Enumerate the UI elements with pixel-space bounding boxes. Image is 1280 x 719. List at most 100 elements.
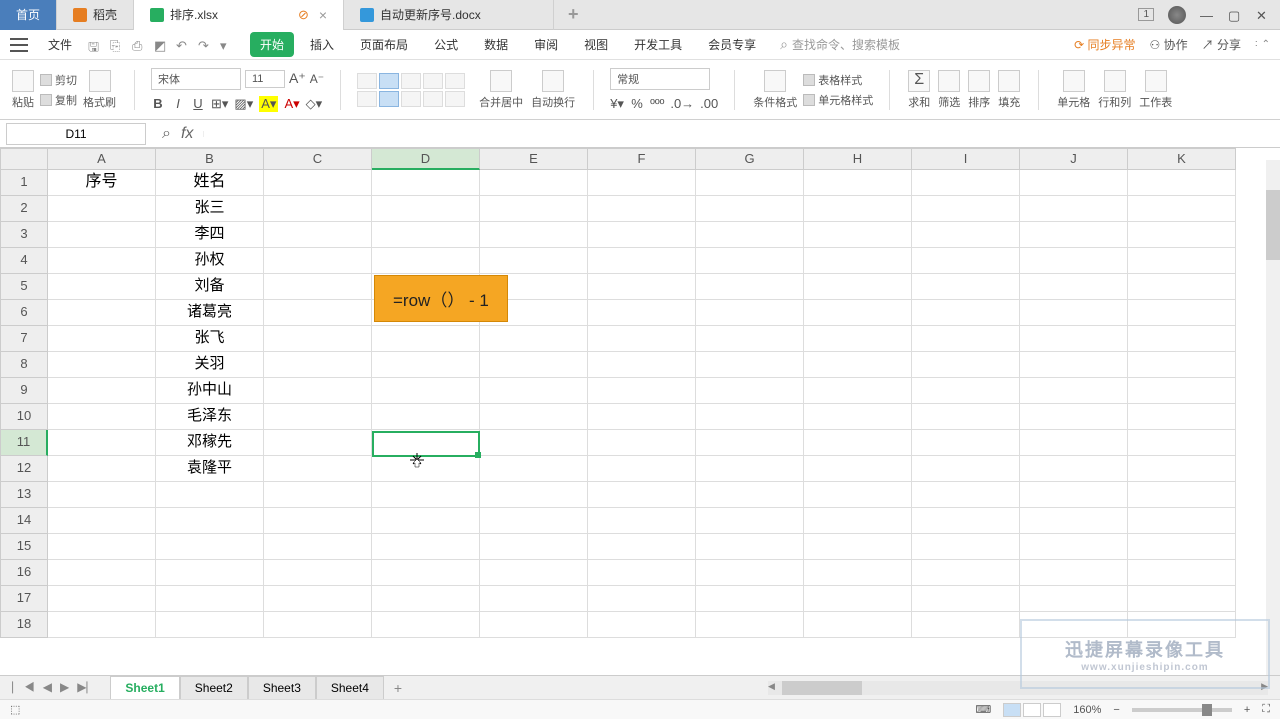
cell-K1[interactable] xyxy=(1128,170,1236,196)
row-header-2[interactable]: 2 xyxy=(0,196,48,222)
cell-B13[interactable] xyxy=(156,482,264,508)
cell-B2[interactable]: 张三 xyxy=(156,196,264,222)
cell-A18[interactable] xyxy=(48,612,156,638)
cell-G18[interactable] xyxy=(696,612,804,638)
cell-C5[interactable] xyxy=(264,274,372,300)
collapse-ribbon-icon[interactable]: ∶ xyxy=(1255,39,1258,50)
cell-H18[interactable] xyxy=(804,612,912,638)
cell-K8[interactable] xyxy=(1128,352,1236,378)
italic-button[interactable]: I xyxy=(171,96,185,111)
cell-D14[interactable] xyxy=(372,508,480,534)
view-normal-icon[interactable] xyxy=(1003,703,1021,717)
cell-J5[interactable] xyxy=(1020,274,1128,300)
menu-insert[interactable]: 插入 xyxy=(300,32,344,57)
menu-formula[interactable]: 公式 xyxy=(424,32,468,57)
cell-E17[interactable] xyxy=(480,586,588,612)
indent-increase[interactable] xyxy=(445,73,465,89)
cell-D1[interactable] xyxy=(372,170,480,196)
cell-C6[interactable] xyxy=(264,300,372,326)
cell-I15[interactable] xyxy=(912,534,1020,560)
tab-home[interactable]: 首页 xyxy=(0,0,57,30)
cell-I4[interactable] xyxy=(912,248,1020,274)
cell-D8[interactable] xyxy=(372,352,480,378)
cell-A10[interactable] xyxy=(48,404,156,430)
font-color-button[interactable]: A▾ xyxy=(284,96,299,112)
cell-E7[interactable] xyxy=(480,326,588,352)
cell-G7[interactable] xyxy=(696,326,804,352)
cell-I16[interactable] xyxy=(912,560,1020,586)
cell-C12[interactable] xyxy=(264,456,372,482)
cell-D13[interactable] xyxy=(372,482,480,508)
row-header-18[interactable]: 18 xyxy=(0,612,48,638)
cell-I6[interactable] xyxy=(912,300,1020,326)
cell-H16[interactable] xyxy=(804,560,912,586)
cell-F5[interactable] xyxy=(588,274,696,300)
cell-B7[interactable]: 张飞 xyxy=(156,326,264,352)
cell-A4[interactable] xyxy=(48,248,156,274)
cell-G1[interactable] xyxy=(696,170,804,196)
cell-G15[interactable] xyxy=(696,534,804,560)
view-break-icon[interactable] xyxy=(1043,703,1061,717)
menu-view[interactable]: 视图 xyxy=(574,32,618,57)
cell-E3[interactable] xyxy=(480,222,588,248)
cell-K13[interactable] xyxy=(1128,482,1236,508)
cell-H13[interactable] xyxy=(804,482,912,508)
cell-A16[interactable] xyxy=(48,560,156,586)
tab-shell[interactable]: 稻壳 xyxy=(57,0,134,30)
cell-F15[interactable] xyxy=(588,534,696,560)
cell-F2[interactable] xyxy=(588,196,696,222)
fill-button[interactable]: 填充 xyxy=(996,68,1022,112)
format-painter-button[interactable]: 格式刷 xyxy=(81,68,118,112)
cell-D10[interactable] xyxy=(372,404,480,430)
cell-C14[interactable] xyxy=(264,508,372,534)
cell-F9[interactable] xyxy=(588,378,696,404)
row-header-3[interactable]: 3 xyxy=(0,222,48,248)
cell-I7[interactable] xyxy=(912,326,1020,352)
cell-I1[interactable] xyxy=(912,170,1020,196)
cell-A13[interactable] xyxy=(48,482,156,508)
col-header-B[interactable]: B xyxy=(156,148,264,170)
cell-B15[interactable] xyxy=(156,534,264,560)
cell-J2[interactable] xyxy=(1020,196,1128,222)
align-top-left[interactable] xyxy=(357,73,377,89)
cell-I8[interactable] xyxy=(912,352,1020,378)
menu-devtools[interactable]: 开发工具 xyxy=(624,32,692,57)
cell-E8[interactable] xyxy=(480,352,588,378)
row-header-15[interactable]: 15 xyxy=(0,534,48,560)
cell-C7[interactable] xyxy=(264,326,372,352)
cell-K5[interactable] xyxy=(1128,274,1236,300)
row-header-1[interactable]: 1 xyxy=(0,170,48,196)
cell-A6[interactable] xyxy=(48,300,156,326)
cell-H3[interactable] xyxy=(804,222,912,248)
undo-icon[interactable]: ↶ xyxy=(176,38,190,52)
cell-C1[interactable] xyxy=(264,170,372,196)
zoom-in-icon[interactable]: + xyxy=(1244,704,1250,716)
col-header-J[interactable]: J xyxy=(1020,148,1128,170)
cell-E4[interactable] xyxy=(480,248,588,274)
cell-G13[interactable] xyxy=(696,482,804,508)
cell-K4[interactable] xyxy=(1128,248,1236,274)
cell-K2[interactable] xyxy=(1128,196,1236,222)
cell-C3[interactable] xyxy=(264,222,372,248)
select-all-corner[interactable] xyxy=(0,148,48,170)
formula-input[interactable] xyxy=(203,131,1280,137)
cell-K14[interactable] xyxy=(1128,508,1236,534)
cell-B1[interactable]: 姓名 xyxy=(156,170,264,196)
cell-G10[interactable] xyxy=(696,404,804,430)
cell-C17[interactable] xyxy=(264,586,372,612)
cell-style-button[interactable]: 单元格样式 xyxy=(803,92,873,108)
col-header-E[interactable]: E xyxy=(480,148,588,170)
percent-icon[interactable]: % xyxy=(630,96,644,111)
cell-I14[interactable] xyxy=(912,508,1020,534)
cell-K16[interactable] xyxy=(1128,560,1236,586)
cell-J17[interactable] xyxy=(1020,586,1128,612)
row-header-17[interactable]: 17 xyxy=(0,586,48,612)
currency-icon[interactable]: ¥▾ xyxy=(610,96,624,112)
cell-H6[interactable] xyxy=(804,300,912,326)
zoom-value[interactable]: 160% xyxy=(1073,704,1101,716)
font-size-select[interactable]: 11 xyxy=(245,70,285,88)
save-as-icon[interactable]: ⎘ xyxy=(110,38,124,52)
cell-H14[interactable] xyxy=(804,508,912,534)
cell-B5[interactable]: 刘备 xyxy=(156,274,264,300)
col-header-G[interactable]: G xyxy=(696,148,804,170)
